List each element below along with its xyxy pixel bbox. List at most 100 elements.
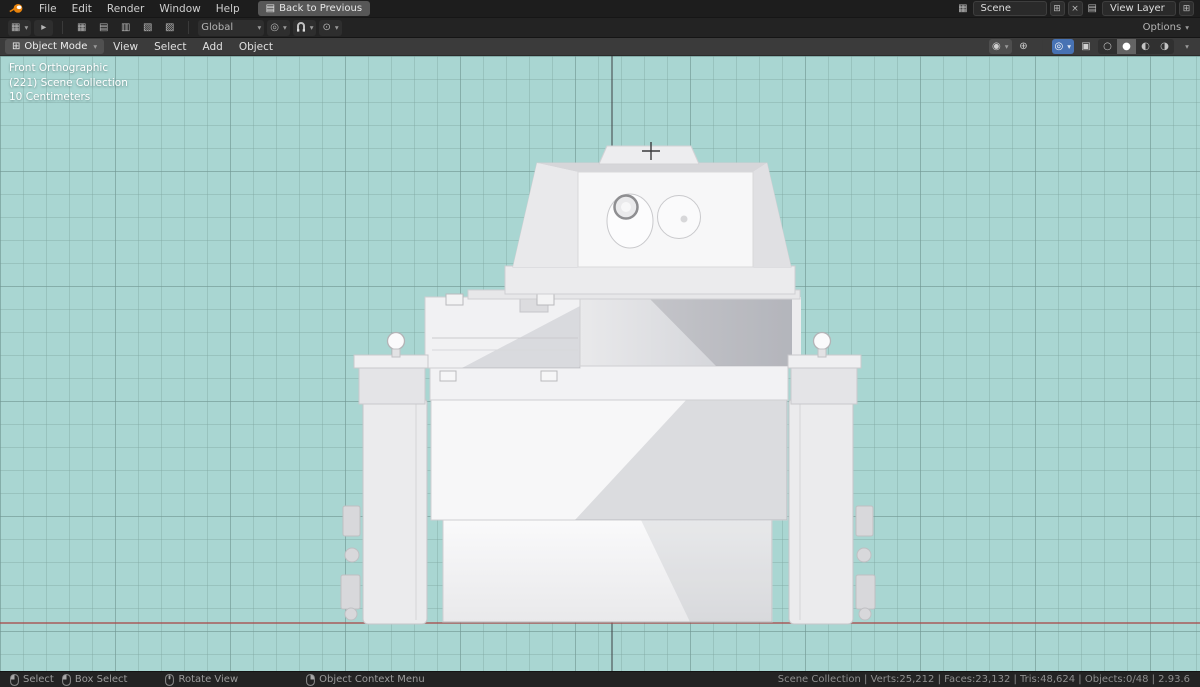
viewport-menu-add[interactable]: Add: [195, 39, 229, 55]
mouse-right-icon: [306, 673, 316, 686]
back-to-previous-label: Back to Previous: [279, 3, 363, 14]
xray-toggle-button[interactable]: ▣: [1077, 39, 1095, 54]
chevron-down-icon: ▾: [334, 23, 339, 32]
chevron-down-icon: ▾: [1185, 23, 1189, 32]
overlays-icon: ◎: [1054, 41, 1064, 52]
columns-icon: ▥: [120, 22, 131, 33]
hull-mid-band[interactable]: [429, 365, 789, 401]
chevron-down-icon: ▾: [257, 23, 262, 32]
status-hint-select: Select: [10, 673, 54, 686]
play-icon: ▸: [41, 22, 47, 33]
shading-material-button[interactable]: ◐: [1136, 39, 1155, 54]
chevron-down-icon: ▾: [309, 23, 314, 32]
hint-label: Select: [23, 674, 54, 685]
viewport-header-right: ◉ ▾ ⊕ ◎ ▾ ▣ ○ ● ◐ ◑ ▾: [989, 39, 1195, 54]
object-mode-icon: ⊞: [12, 41, 21, 52]
transform-orientation-dropdown[interactable]: Global ▾: [198, 19, 265, 36]
shading-options-dropdown[interactable]: ▾: [1177, 39, 1195, 54]
options-dropdown[interactable]: Options ▾: [1140, 20, 1192, 36]
mode-toggle-2[interactable]: ▤: [94, 20, 113, 36]
turret-ring[interactable]: [504, 265, 796, 295]
view-layer-icon: ▤: [1087, 3, 1097, 14]
menu-render[interactable]: Render: [100, 1, 151, 17]
pivot-icon: ◎: [270, 22, 279, 33]
divider: [62, 21, 64, 34]
3d-viewport[interactable]: Front Orthographic (221) Scene Collectio…: [0, 56, 1200, 671]
visibility-icon: ◉: [992, 41, 1001, 52]
proportional-editing-icon: ⊙: [322, 22, 331, 33]
chevron-down-icon: ▾: [1067, 42, 1071, 51]
chevron-down-icon: ▾: [282, 23, 287, 32]
divider: [188, 21, 190, 34]
view-layer-selector[interactable]: View Layer: [1102, 1, 1176, 16]
topbar-right: ▦ Scene ⊞ × ▤ View Layer ⊞: [956, 1, 1194, 16]
back-to-previous-button[interactable]: ▤ Back to Previous: [257, 1, 371, 16]
shading-rendered-button[interactable]: ◑: [1155, 39, 1174, 54]
mode-toggle-3[interactable]: ▥: [116, 20, 135, 36]
mouse-middle-icon: [165, 673, 175, 686]
rows-icon: ▤: [98, 22, 109, 33]
turret-roof-hatch[interactable]: [598, 145, 700, 165]
gizmos-toggle-button[interactable]: ⊕: [1015, 39, 1033, 54]
chevron-down-icon: ▾: [24, 23, 29, 32]
menu-help[interactable]: Help: [209, 1, 247, 17]
transform-orientation-label: Global: [201, 22, 234, 33]
viewport-shading-group: ○ ● ◐ ◑: [1098, 39, 1174, 54]
divider: [1041, 40, 1043, 53]
pivot-point-dropdown[interactable]: ◎ ▾: [267, 19, 290, 36]
mouse-left-drag-icon: [61, 673, 71, 686]
status-hint-rotate-view: Rotate View: [165, 673, 238, 686]
tank-model-front-view[interactable]: [320, 140, 900, 640]
grid-scale-label: 10 Centimeters: [9, 91, 91, 103]
mode-toggle-4[interactable]: ▧: [138, 20, 157, 36]
scene-selector[interactable]: Scene: [972, 1, 1047, 16]
menu-file[interactable]: File: [32, 1, 64, 17]
mode-toggle-1[interactable]: ▦: [72, 20, 91, 36]
new-scene-button[interactable]: ⊞: [1049, 1, 1065, 16]
viewport-menu-select[interactable]: Select: [147, 39, 193, 55]
mg-ball-mount[interactable]: [657, 195, 701, 239]
menu-window[interactable]: Window: [152, 1, 207, 17]
mode-toggle-5[interactable]: ▨: [160, 20, 179, 36]
chevron-down-icon: ▾: [1004, 42, 1009, 51]
show-object-types-dropdown[interactable]: ◉ ▾: [989, 39, 1012, 54]
active-tool-button[interactable]: ▸: [34, 19, 54, 36]
interaction-mode-label: Object Mode: [24, 41, 88, 52]
gizmo-icon: ⊕: [1019, 41, 1028, 52]
overlays-toggle-button[interactable]: ◎ ▾: [1051, 39, 1074, 54]
grid-icon: ▦: [76, 22, 87, 33]
snap-toggle-button[interactable]: ▾: [292, 19, 317, 36]
remove-scene-button[interactable]: ×: [1067, 1, 1083, 16]
hint-label: Object Context Menu: [319, 674, 425, 685]
snap-magnet-icon: [296, 21, 306, 35]
viewport-menu-object[interactable]: Object: [232, 39, 280, 55]
viewport-overlay-text: Front Orthographic (221) Scene Collectio…: [9, 61, 128, 105]
menu-edit[interactable]: Edit: [65, 1, 99, 17]
new-view-layer-button[interactable]: ⊞: [1179, 1, 1194, 16]
status-hint-context-menu: Object Context Menu: [306, 673, 425, 686]
shading-solid-button[interactable]: ●: [1117, 39, 1136, 54]
xray-icon: ▣: [1081, 41, 1091, 52]
editor-type-button[interactable]: ▦ ▾: [8, 19, 32, 36]
blender-window: File Edit Render Window Help ▤ Back to P…: [0, 0, 1200, 687]
solid-shading-icon: ●: [1122, 41, 1131, 52]
hatch-left-icon: ▧: [142, 22, 153, 33]
status-hint-box-select: Box Select: [61, 673, 127, 686]
proportional-editing-button[interactable]: ⊙ ▾: [319, 19, 342, 36]
scene-stats: Scene Collection | Verts:25,212 | Faces:…: [777, 674, 1190, 685]
blender-logo-icon[interactable]: [6, 3, 27, 14]
interaction-mode-dropdown[interactable]: ⊞ Object Mode ▾: [5, 39, 105, 54]
status-bar: Select Box Select Rotate View Object Con…: [0, 671, 1200, 687]
shading-wireframe-button[interactable]: ○: [1098, 39, 1117, 54]
chevron-down-icon: ▾: [1185, 42, 1189, 51]
options-label: Options: [1142, 22, 1182, 33]
mouse-left-icon: [10, 673, 19, 686]
view-layer-selector-label: View Layer: [1110, 3, 1165, 14]
editor-type-icon: ▦: [11, 22, 21, 33]
rendered-shading-icon: ◑: [1160, 41, 1169, 52]
tool-settings-bar: ▦ ▾ ▸ ▦ ▤ ▥ ▧ ▨ Global ▾ ◎ ▾ ▾ ⊙ ▾ Optio…: [0, 18, 1200, 38]
hatch-right-icon: ▨: [164, 22, 175, 33]
viewport-menu-view[interactable]: View: [106, 39, 145, 55]
wireframe-icon: ○: [1103, 41, 1112, 52]
scene-icon: ▦: [958, 3, 968, 14]
